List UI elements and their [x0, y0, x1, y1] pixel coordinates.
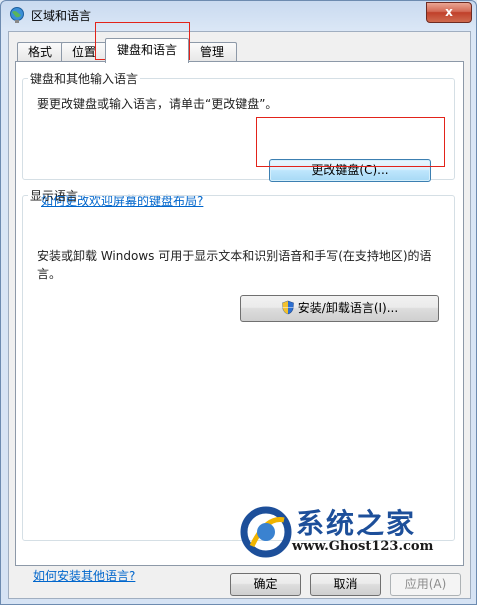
tab-keyboards-languages[interactable]: 键盘和语言 [105, 38, 189, 63]
close-button[interactable]: x [426, 2, 472, 23]
ok-button[interactable]: 确定 [230, 573, 301, 596]
install-uninstall-label: 安装/卸载语言(I)... [297, 301, 399, 315]
globe-icon [10, 7, 24, 23]
tab-administrative[interactable]: 管理 [187, 42, 237, 62]
window-title: 区域和语言 [31, 9, 92, 23]
tab-location[interactable]: 位置 [61, 42, 107, 62]
keyboards-group-legend: 键盘和其他输入语言 [30, 72, 139, 86]
keyboards-description: 要更改键盘或输入语言，请单击“更改键盘”。 [37, 97, 278, 111]
display-language-legend: 显示语言 [30, 189, 79, 203]
watermark-logo [240, 506, 292, 558]
uac-shield-icon [281, 300, 294, 315]
watermark-brand: 系统之家 [296, 507, 417, 540]
tab-formats[interactable]: 格式 [17, 42, 63, 62]
display-language-description-2: 言。 [37, 267, 62, 281]
install-other-languages-link[interactable]: 如何安装其他语言? [33, 567, 135, 584]
cancel-button[interactable]: 取消 [310, 573, 381, 596]
watermark-url: www.Ghost123.com [292, 539, 434, 554]
apply-button[interactable]: 应用(A) [390, 573, 461, 596]
tab-panel: 键盘和其他输入语言 要更改键盘或输入语言，请单击“更改键盘”。 更改键盘(C).… [15, 61, 464, 583]
display-language-description-1: 安装或卸载 Windows 可用于显示文本和识别语音和手写(在支持地区)的语 [37, 249, 432, 263]
display-language-group: 显示语言 [22, 187, 455, 541]
close-icon: x [445, 5, 453, 19]
title-bar[interactable]: 区域和语言 x [1, 1, 476, 27]
install-uninstall-languages-button[interactable]: 安装/卸载语言(I)... [240, 295, 439, 322]
change-keyboards-button[interactable]: 更改键盘(C)... [269, 159, 431, 182]
